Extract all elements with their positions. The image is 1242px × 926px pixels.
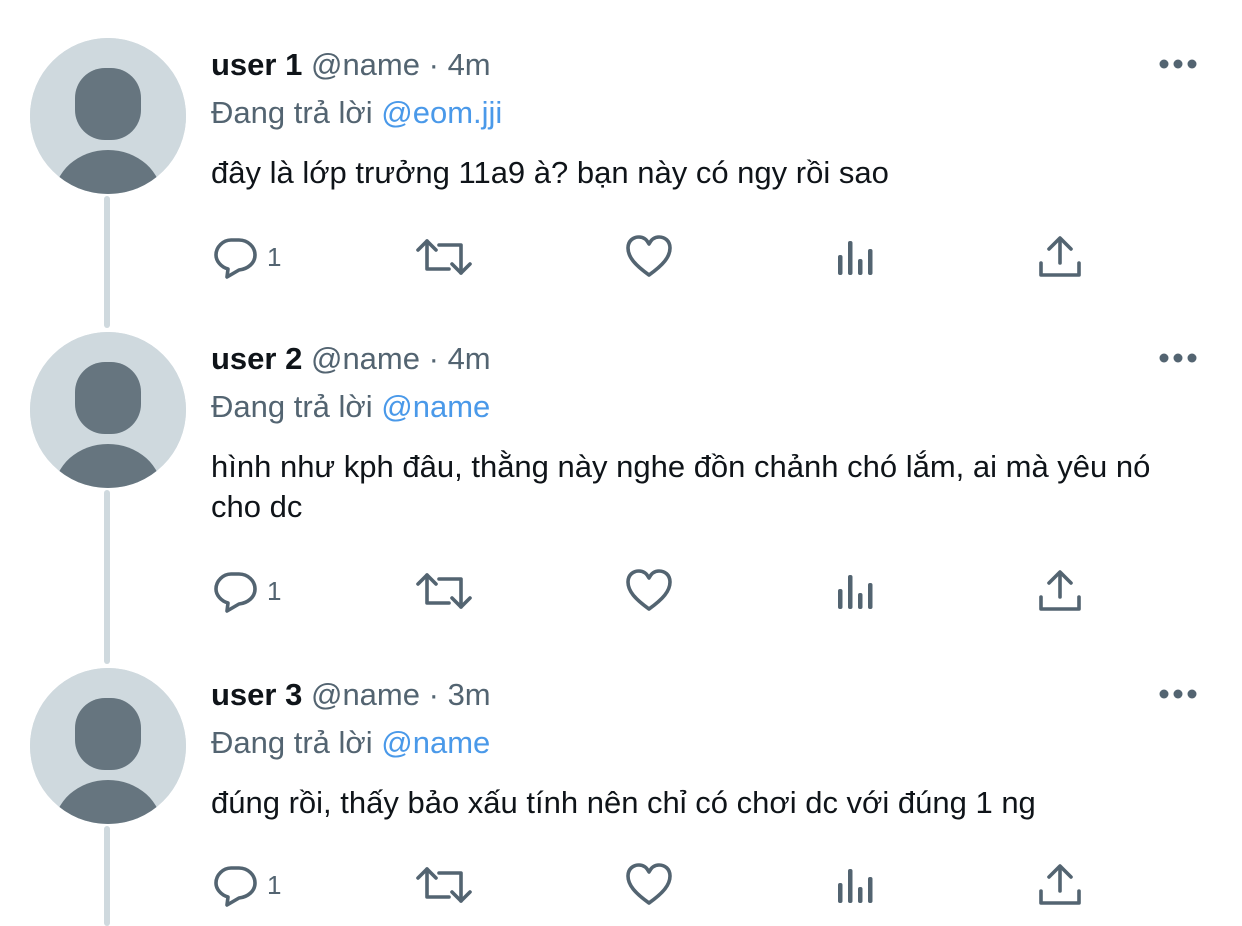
retweet-button[interactable] — [415, 860, 473, 910]
avatar[interactable] — [30, 668, 186, 824]
tweet[interactable]: user 3 @name · 3m Đang trả lời @name đún… — [0, 0, 1242, 926]
views-button[interactable] — [834, 860, 878, 910]
action-bar: 1 — [211, 860, 1111, 910]
separator-dot: · — [428, 677, 439, 712]
more-icon[interactable] — [1158, 687, 1198, 701]
reply-button[interactable]: 1 — [211, 860, 281, 910]
retweet-icon — [416, 867, 472, 903]
reply-icon — [214, 866, 257, 907]
display-name[interactable]: user 3 — [211, 677, 302, 712]
mention-link[interactable]: @name — [381, 725, 490, 760]
heart-icon — [626, 863, 672, 905]
timestamp[interactable]: 3m — [448, 677, 491, 712]
like-button[interactable] — [625, 860, 673, 910]
reply-count: 1 — [267, 870, 282, 900]
analytics-icon — [838, 869, 873, 903]
share-icon — [1039, 864, 1081, 905]
user-handle[interactable]: @name — [311, 677, 420, 712]
tweet-header: user 3 @name · 3m — [211, 675, 491, 715]
replying-to: Đang trả lời @name — [211, 723, 490, 763]
replying-prefix: Đang trả lời — [211, 725, 373, 760]
share-button[interactable] — [1037, 860, 1083, 910]
tweet-text: đúng rồi, thấy bảo xấu tính nên chỉ có c… — [211, 785, 1036, 820]
default-avatar-icon — [30, 668, 186, 824]
